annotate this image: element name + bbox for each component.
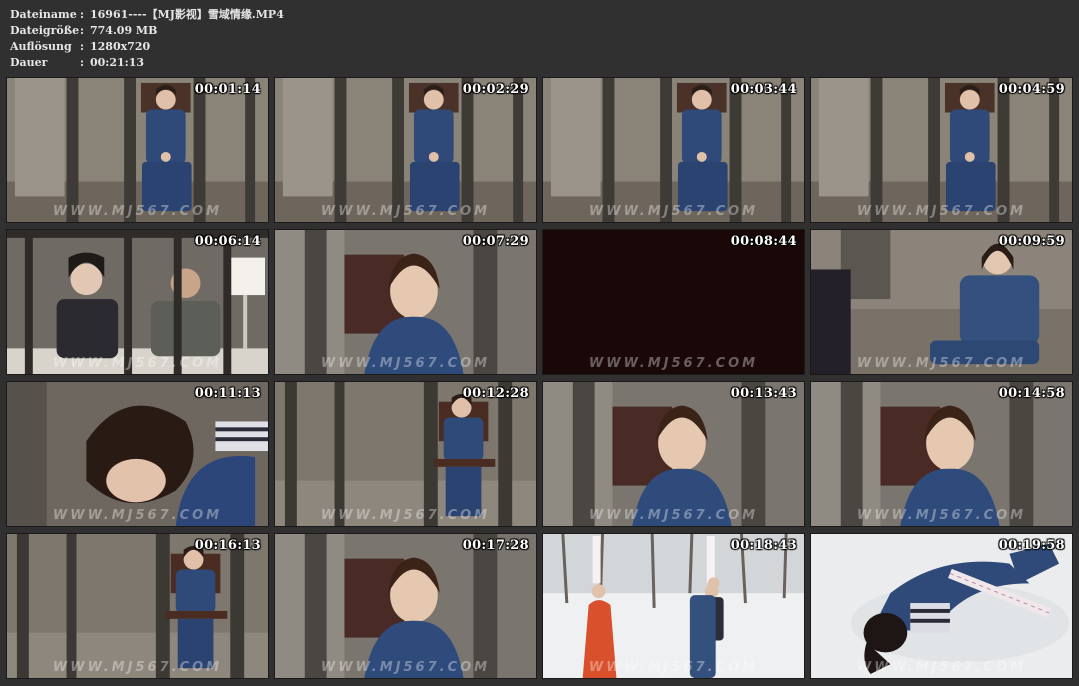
- thumbnail[interactable]: WWW.MJ567.COM 00:12:28: [274, 381, 537, 527]
- file-info-key: Dateiname: [10, 8, 77, 21]
- thumbnail-scene: [543, 382, 804, 526]
- thumbnail-scene: [543, 78, 804, 222]
- timestamp: 00:07:29: [462, 234, 529, 249]
- file-info-value: 774.09 MB: [90, 24, 158, 37]
- timestamp: 00:19:58: [998, 538, 1065, 553]
- timestamp: 00:04:59: [998, 82, 1065, 97]
- thumbnail[interactable]: WWW.MJ567.COM 00:03:44: [542, 77, 805, 223]
- watermark: WWW.MJ567.COM: [320, 508, 491, 523]
- file-info-row: Dauer : 00:21:13: [10, 55, 284, 71]
- thumbnail[interactable]: WWW.MJ567.COM 00:09:59: [810, 229, 1073, 375]
- watermark: WWW.MJ567.COM: [52, 508, 223, 523]
- thumbnail-scene: [7, 78, 268, 222]
- timestamp: 00:09:59: [998, 234, 1065, 249]
- file-info-value: 16961----【MJ影视】雪域情缘.MP4: [90, 8, 284, 21]
- watermark: WWW.MJ567.COM: [320, 356, 491, 371]
- file-info-separator: :: [80, 56, 85, 69]
- thumbnail-scene: [543, 534, 804, 678]
- thumbnail-scene: [275, 78, 536, 222]
- file-info-row: Dateigröße : 774.09 MB: [10, 23, 284, 39]
- thumbnail[interactable]: WWW.MJ567.COM 00:14:58: [810, 381, 1073, 527]
- watermark: WWW.MJ567.COM: [588, 356, 759, 371]
- thumbnail-scene: [7, 230, 268, 374]
- thumbnail[interactable]: WWW.MJ567.COM 00:13:43: [542, 381, 805, 527]
- file-info-separator: :: [80, 24, 85, 37]
- file-info-row: Dateiname : 16961----【MJ影视】雪域情缘.MP4: [10, 7, 284, 23]
- thumbnail-scene: [7, 382, 268, 526]
- watermark: WWW.MJ567.COM: [856, 204, 1027, 219]
- watermark: WWW.MJ567.COM: [588, 660, 759, 675]
- timestamp: 00:01:14: [194, 82, 261, 97]
- thumbnail[interactable]: WWW.MJ567.COM 00:18:43: [542, 533, 805, 679]
- timestamp: 00:18:43: [730, 538, 797, 553]
- thumbnail-scene: [275, 230, 536, 374]
- thumbnail-scene: [7, 534, 268, 678]
- timestamp: 00:16:13: [194, 538, 261, 553]
- watermark: WWW.MJ567.COM: [588, 204, 759, 219]
- thumbnail-scene: [811, 382, 1072, 526]
- file-info: Dateiname : 16961----【MJ影视】雪域情缘.MP4 Date…: [10, 7, 284, 71]
- thumbnail[interactable]: WWW.MJ567.COM 00:17:28: [274, 533, 537, 679]
- file-info-separator: :: [80, 40, 85, 53]
- thumbnail[interactable]: WWW.MJ567.COM 00:06:14: [6, 229, 269, 375]
- file-info-separator: :: [80, 8, 85, 21]
- timestamp: 00:02:29: [462, 82, 529, 97]
- thumbnail[interactable]: WWW.MJ567.COM 00:19:58: [810, 533, 1073, 679]
- file-info-row: Auflösung : 1280x720: [10, 39, 284, 55]
- thumbnail-scene: [543, 230, 804, 374]
- thumbnail-scene: [275, 534, 536, 678]
- thumbnail-scene: [811, 534, 1072, 678]
- file-info-key: Dauer: [10, 56, 48, 69]
- timestamp: 00:03:44: [730, 82, 797, 97]
- thumbnail[interactable]: WWW.MJ567.COM 00:04:59: [810, 77, 1073, 223]
- file-info-value: 1280x720: [90, 40, 151, 53]
- thumbnail[interactable]: WWW.MJ567.COM 00:08:44: [542, 229, 805, 375]
- thumbnail-scene: [811, 230, 1072, 374]
- timestamp: 00:12:28: [462, 386, 529, 401]
- watermark: WWW.MJ567.COM: [52, 660, 223, 675]
- thumbnail[interactable]: WWW.MJ567.COM 00:02:29: [274, 77, 537, 223]
- thumbnail-grid: WWW.MJ567.COM 00:01:14 WWW.MJ567.COM 00:02…: [6, 77, 1074, 681]
- timestamp: 00:17:28: [462, 538, 529, 553]
- watermark: WWW.MJ567.COM: [856, 660, 1027, 675]
- watermark: WWW.MJ567.COM: [52, 356, 223, 371]
- timestamp: 00:13:43: [730, 386, 797, 401]
- thumbnail[interactable]: WWW.MJ567.COM 00:11:13: [6, 381, 269, 527]
- file-info-key: Auflösung: [10, 40, 72, 53]
- watermark: WWW.MJ567.COM: [320, 204, 491, 219]
- thumbnail-scene: [275, 382, 536, 526]
- timestamp: 00:11:13: [194, 386, 261, 401]
- thumbnail-scene: [811, 78, 1072, 222]
- watermark: WWW.MJ567.COM: [52, 204, 223, 219]
- watermark: WWW.MJ567.COM: [856, 356, 1027, 371]
- timestamp: 00:14:58: [998, 386, 1065, 401]
- watermark: WWW.MJ567.COM: [588, 508, 759, 523]
- thumbnail[interactable]: WWW.MJ567.COM 00:07:29: [274, 229, 537, 375]
- timestamp: 00:08:44: [730, 234, 797, 249]
- watermark: WWW.MJ567.COM: [856, 508, 1027, 523]
- thumbnail[interactable]: WWW.MJ567.COM 00:01:14: [6, 77, 269, 223]
- file-info-value: 00:21:13: [90, 56, 145, 69]
- watermark: WWW.MJ567.COM: [320, 660, 491, 675]
- timestamp: 00:06:14: [194, 234, 261, 249]
- file-info-key: Dateigröße: [10, 24, 80, 37]
- thumbnail[interactable]: WWW.MJ567.COM 00:16:13: [6, 533, 269, 679]
